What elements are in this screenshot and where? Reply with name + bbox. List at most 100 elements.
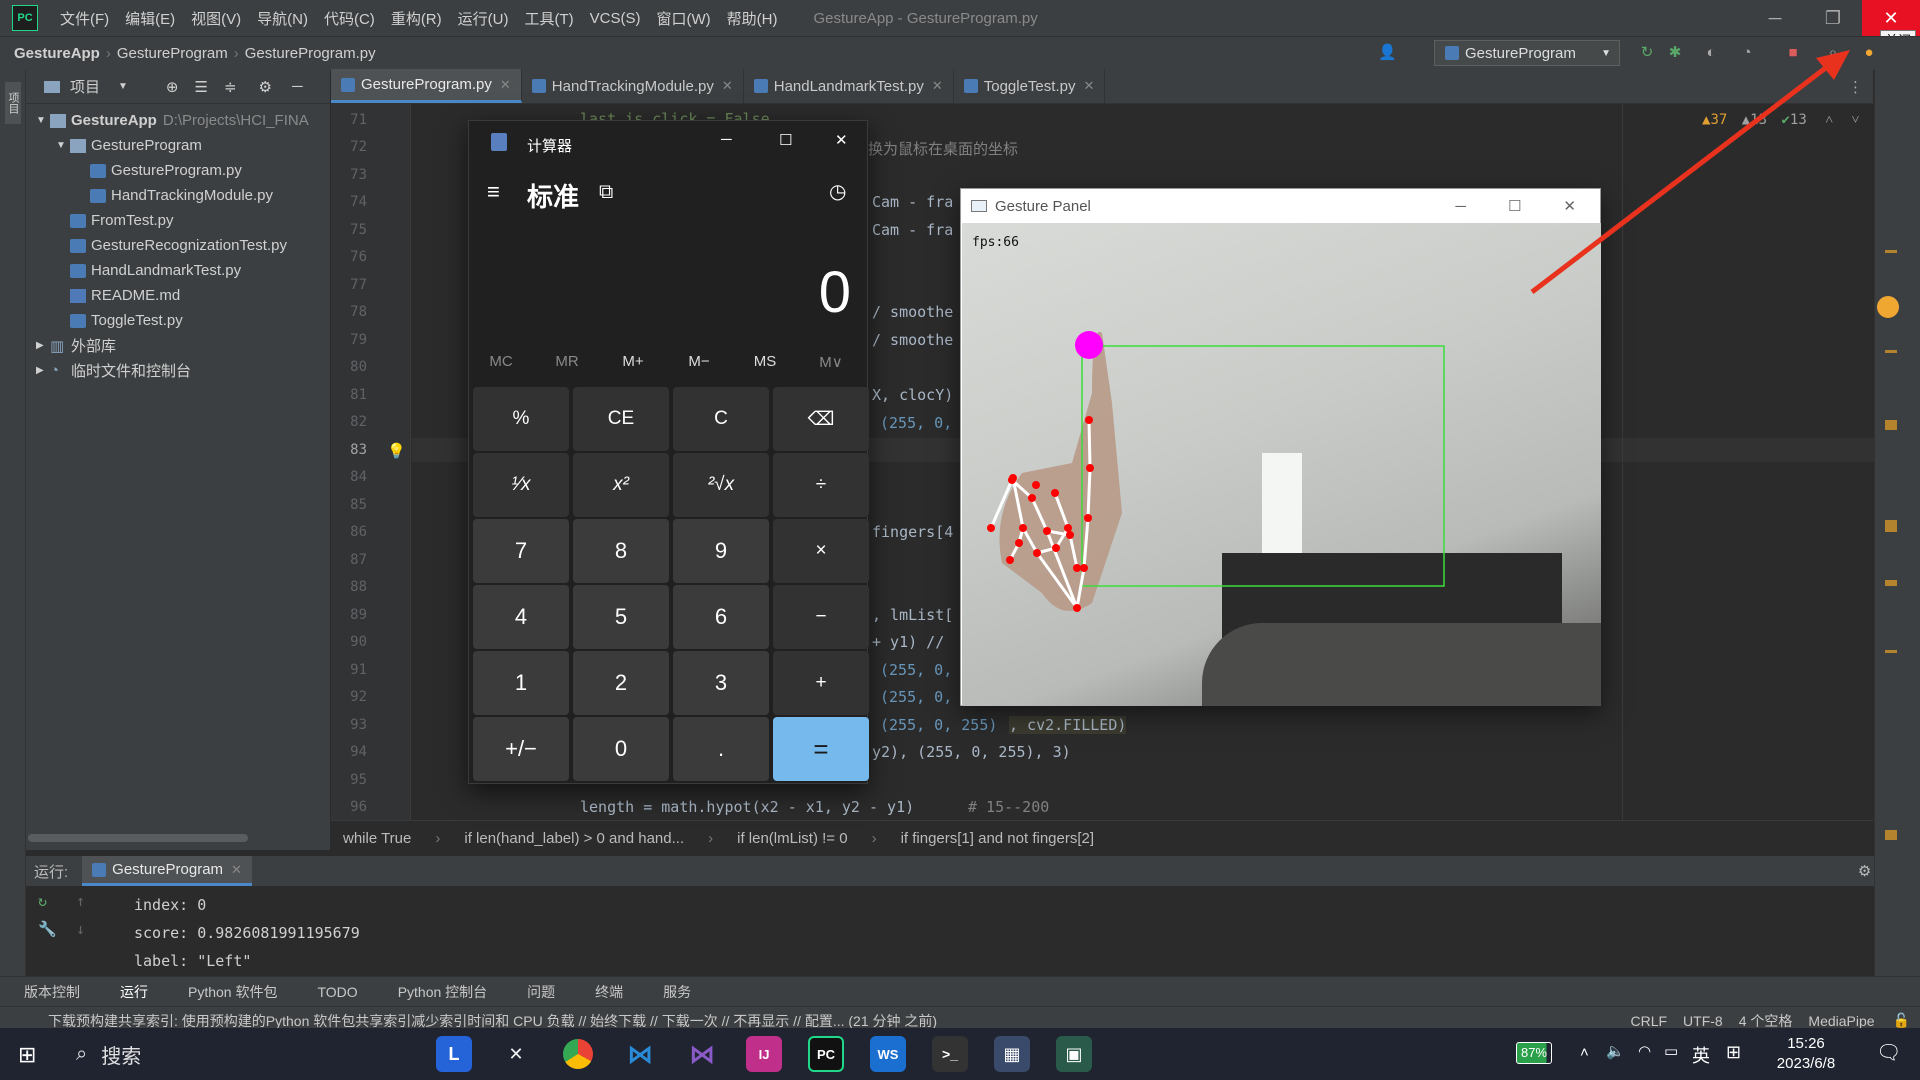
memory-recall-button[interactable]: MR bbox=[537, 353, 597, 370]
minimize-icon[interactable]: ─ bbox=[1746, 0, 1804, 36]
display-icon[interactable]: ▭ bbox=[1664, 1042, 1678, 1060]
speaker-icon[interactable]: 🔈 bbox=[1606, 1042, 1625, 1060]
close-icon[interactable]: ✕ bbox=[1083, 78, 1094, 94]
tool-version-control[interactable]: 版本控制 bbox=[0, 982, 96, 1002]
code-crumb[interactable]: if fingers[1] and not fingers[2] bbox=[889, 830, 1106, 847]
keep-on-top-icon[interactable]: ⧉ bbox=[599, 181, 613, 204]
calculator-app-icon[interactable]: ▦ bbox=[994, 1036, 1030, 1072]
close-icon[interactable]: ✕ bbox=[932, 78, 943, 94]
locate-icon[interactable]: ⊕ bbox=[166, 78, 179, 96]
digit-8-button[interactable]: 8 bbox=[573, 519, 669, 583]
close-icon[interactable]: ✕ bbox=[500, 77, 511, 93]
menu-navigate[interactable]: 导航(N) bbox=[249, 8, 316, 29]
project-view-label[interactable]: 项目 bbox=[70, 76, 100, 97]
run-tab[interactable]: GestureProgram ✕ bbox=[82, 856, 252, 886]
terminal-app-icon[interactable]: >_ bbox=[932, 1036, 968, 1072]
webstorm-app-icon[interactable]: WS bbox=[870, 1036, 906, 1072]
restore-icon[interactable]: ❐ bbox=[1804, 0, 1862, 36]
horizontal-scrollbar[interactable] bbox=[28, 834, 248, 842]
digit-5-button[interactable]: 5 bbox=[573, 585, 669, 649]
digit-4-button[interactable]: 4 bbox=[473, 585, 569, 649]
memory-clear-button[interactable]: MC bbox=[471, 353, 531, 370]
wifi-icon[interactable]: ◠ bbox=[1638, 1042, 1651, 1060]
menu-view[interactable]: 视图(V) bbox=[183, 8, 249, 29]
tree-item[interactable]: HandLandmarkTest.py bbox=[26, 258, 330, 283]
tree-item-external-libs[interactable]: ▶ ▥ 外部库 bbox=[26, 333, 330, 358]
clock[interactable]: 15:26 2023/6/8 bbox=[1766, 1034, 1846, 1074]
breadcrumb-file[interactable]: GestureProgram.py bbox=[241, 45, 380, 62]
code-crumb[interactable]: if len(lmList) != 0 bbox=[725, 830, 859, 847]
wrench-icon[interactable]: 🔧 bbox=[38, 920, 57, 938]
memory-store-button[interactable]: MS bbox=[735, 353, 795, 370]
menu-file[interactable]: 文件(F) bbox=[52, 8, 117, 29]
tree-item-scratches[interactable]: ▶ ◔ 临时文件和控制台 bbox=[26, 358, 330, 383]
tab-handlandmarktest[interactable]: HandLandmarkTest.py ✕ bbox=[744, 69, 954, 103]
menu-vcs[interactable]: VCS(S) bbox=[582, 10, 649, 27]
menu-help[interactable]: 帮助(H) bbox=[719, 8, 786, 29]
minimize-icon[interactable]: ─ bbox=[721, 131, 732, 148]
add-button[interactable]: + bbox=[773, 651, 869, 715]
rerun-icon[interactable]: ↻ bbox=[38, 892, 47, 910]
digit-9-button[interactable]: 9 bbox=[673, 519, 769, 583]
tree-item[interactable]: README.md bbox=[26, 283, 330, 308]
history-icon[interactable]: ◷ bbox=[829, 179, 846, 204]
update-icon[interactable]: ● bbox=[1860, 44, 1878, 62]
chevron-up-icon[interactable]: ˄ bbox=[1580, 1044, 1589, 1061]
tab-toggletest[interactable]: ToggleTest.py ✕ bbox=[954, 69, 1106, 103]
interpreter[interactable]: MediaPipe bbox=[1800, 1013, 1882, 1029]
equals-button[interactable]: = bbox=[773, 717, 869, 781]
square-button[interactable]: x² bbox=[573, 453, 669, 517]
gear-icon[interactable]: ⚙ bbox=[1858, 862, 1871, 880]
hide-icon[interactable]: ─ bbox=[292, 78, 303, 95]
code-crumb[interactable]: if len(hand_label) > 0 and hand... bbox=[452, 830, 696, 847]
memory-list-button[interactable]: M∨ bbox=[801, 353, 861, 371]
tree-item[interactable]: ToggleTest.py bbox=[26, 308, 330, 333]
multiply-button[interactable]: × bbox=[773, 519, 869, 583]
tool-python-packages[interactable]: Python 软件包 bbox=[164, 982, 293, 1002]
pycharm-app-icon[interactable]: PC bbox=[808, 1036, 844, 1072]
tree-item[interactable]: GestureProgram.py bbox=[26, 158, 330, 183]
menu-refactor[interactable]: 重构(R) bbox=[383, 8, 450, 29]
taskbar-search[interactable]: ⌕ 搜索 bbox=[64, 1036, 364, 1072]
tree-root[interactable]: ▼ GestureApp D:\Projects\HCI_FINA bbox=[26, 108, 330, 133]
digit-2-button[interactable]: 2 bbox=[573, 651, 669, 715]
digit-7-button[interactable]: 7 bbox=[473, 519, 569, 583]
menu-tools[interactable]: 工具(T) bbox=[516, 8, 581, 29]
visual-studio-app-icon[interactable]: ⋈ bbox=[684, 1036, 720, 1072]
subtract-button[interactable]: − bbox=[773, 585, 869, 649]
digit-0-button[interactable]: 0 bbox=[573, 717, 669, 781]
tab-gestureprogram[interactable]: GestureProgram.py ✕ bbox=[331, 69, 522, 103]
keyboard-layout-icon[interactable]: ⊞ bbox=[1726, 1042, 1741, 1063]
lenovo-app-icon[interactable]: L bbox=[436, 1036, 472, 1072]
lock-icon[interactable]: 🔓 bbox=[1883, 1012, 1920, 1029]
tree-item[interactable]: HandTrackingModule.py bbox=[26, 183, 330, 208]
vscode-app-icon[interactable]: ⋈ bbox=[622, 1036, 658, 1072]
chevron-down-icon[interactable]: ▼ bbox=[118, 81, 128, 92]
close-icon[interactable]: ✕ bbox=[231, 862, 242, 878]
clear-entry-button[interactable]: CE bbox=[573, 387, 669, 451]
digit-1-button[interactable]: 1 bbox=[473, 651, 569, 715]
tool-problems[interactable]: 问题 bbox=[503, 982, 571, 1002]
memory-subtract-button[interactable]: M− bbox=[669, 353, 729, 370]
run-console[interactable]: ↻ ↑ ↓ 🔧 index: 0 score: 0.98260819911956… bbox=[26, 886, 1896, 976]
expand-all-icon[interactable]: ☰ bbox=[195, 78, 208, 96]
menu-code[interactable]: 代码(C) bbox=[316, 8, 383, 29]
tool-run[interactable]: 运行 bbox=[96, 982, 164, 1002]
breadcrumb-folder[interactable]: GestureProgram bbox=[113, 45, 232, 62]
user-icon[interactable]: 👤 bbox=[1378, 44, 1397, 62]
menu-run[interactable]: 运行(U) bbox=[450, 8, 517, 29]
backspace-button[interactable]: ⌫ bbox=[773, 387, 869, 451]
maximize-icon[interactable]: ☐ bbox=[779, 131, 792, 149]
hamburger-menu-icon[interactable]: ≡ bbox=[487, 179, 500, 205]
menu-edit[interactable]: 编辑(E) bbox=[117, 8, 183, 29]
tree-item[interactable]: FromTest.py bbox=[26, 208, 330, 233]
percent-button[interactable]: % bbox=[473, 387, 569, 451]
tool-services[interactable]: 服务 bbox=[639, 982, 707, 1002]
tool-python-console[interactable]: Python 控制台 bbox=[374, 982, 503, 1002]
close-icon[interactable]: ✕ bbox=[835, 131, 848, 149]
notification-icon[interactable]: 🗨 bbox=[1876, 1040, 1901, 1065]
reciprocal-button[interactable]: ¹⁄x bbox=[473, 453, 569, 517]
decimal-button[interactable]: . bbox=[673, 717, 769, 781]
arrow-down-icon[interactable]: ↓ bbox=[76, 920, 85, 938]
windows-start-icon[interactable]: ⊞ bbox=[18, 1042, 36, 1068]
